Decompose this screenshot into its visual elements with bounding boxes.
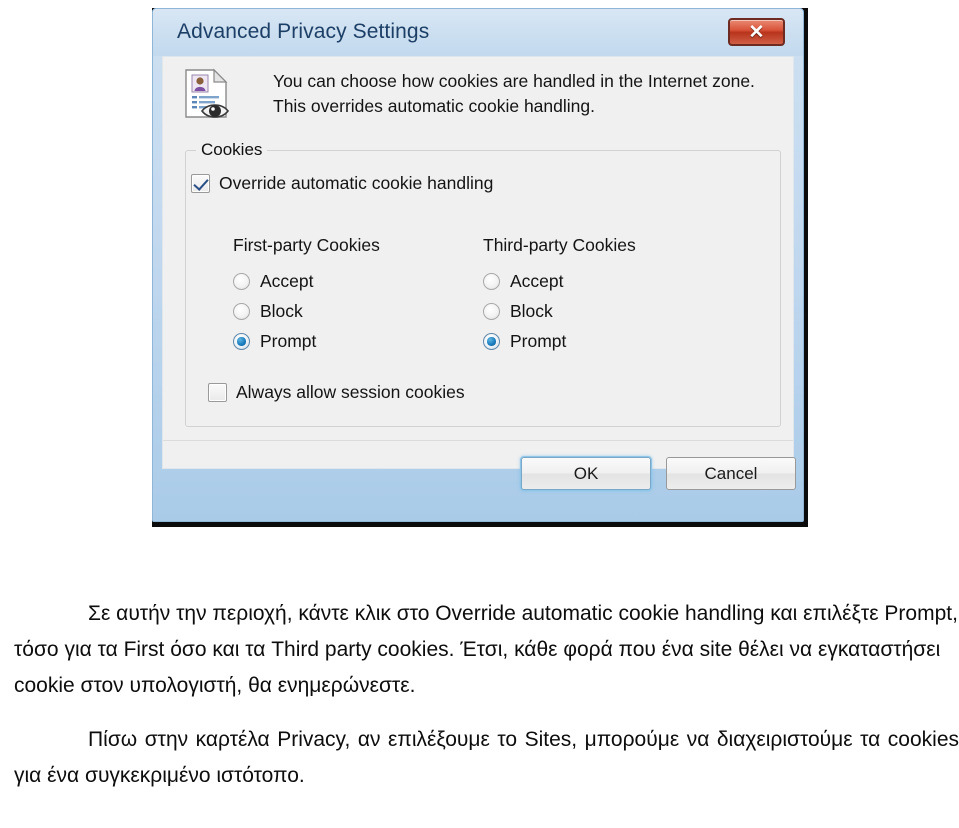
radio-icon: [483, 273, 500, 290]
first-party-accept-label: Accept: [260, 271, 314, 291]
third-party-block-radio[interactable]: Block: [483, 301, 636, 322]
radio-selected-icon: [483, 333, 500, 350]
always-allow-session-cookies-checkbox[interactable]: Always allow session cookies: [208, 382, 465, 403]
ok-button[interactable]: OK: [521, 457, 651, 490]
first-party-cookies-heading: First-party Cookies: [233, 235, 380, 255]
third-party-block-label: Block: [510, 301, 553, 321]
override-automatic-cookie-handling-checkbox[interactable]: Override automatic cookie handling: [191, 173, 493, 194]
radio-icon: [233, 303, 250, 320]
dialog-screenshot: Advanced Privacy Settings ✕ You can choo…: [152, 8, 808, 527]
paragraph-2: Πίσω στην καρτέλα Privacy, αν επιλέξουμε…: [14, 728, 959, 788]
button-row-divider: [163, 440, 793, 441]
dialog-body: You can choose how cookies are handled i…: [162, 56, 796, 490]
first-party-accept-radio[interactable]: Accept: [233, 271, 380, 292]
close-button[interactable]: ✕: [728, 18, 785, 46]
first-party-block-label: Block: [260, 301, 303, 321]
third-party-accept-radio[interactable]: Accept: [483, 271, 636, 292]
radio-selected-icon: [233, 333, 250, 350]
cookies-group-legend: Cookies: [196, 140, 268, 160]
first-party-cookies-column: First-party Cookies Accept Block Prompt: [233, 235, 380, 361]
third-party-prompt-label: Prompt: [510, 331, 567, 351]
third-party-accept-label: Accept: [510, 271, 564, 291]
explanatory-text: Σε αυτήν την περιοχή, κάντε κλικ στο Ove…: [14, 596, 959, 795]
radio-icon: [483, 303, 500, 320]
dialog-header: You can choose how cookies are handled i…: [163, 57, 793, 129]
first-party-prompt-radio[interactable]: Prompt: [233, 331, 380, 352]
override-checkbox-label: Override automatic cookie handling: [219, 173, 494, 193]
first-party-prompt-label: Prompt: [260, 331, 317, 351]
third-party-cookies-heading: Third-party Cookies: [483, 235, 636, 255]
privacy-document-icon: [183, 68, 231, 120]
paragraph-1: Σε αυτήν την περιοχή, κάντε κλικ στο Ove…: [14, 602, 958, 698]
first-party-block-radio[interactable]: Block: [233, 301, 380, 322]
dialog-description: You can choose how cookies are handled i…: [273, 71, 755, 116]
checkbox-empty-icon: [208, 383, 227, 402]
session-checkbox-label: Always allow session cookies: [236, 382, 465, 402]
close-icon: ✕: [748, 21, 765, 43]
checkbox-check-icon: [191, 174, 210, 193]
cancel-button-label: Cancel: [704, 463, 758, 483]
ok-button-label: OK: [573, 463, 599, 483]
dialog-title-bar: Advanced Privacy Settings ✕: [153, 9, 803, 56]
advanced-privacy-settings-dialog: Advanced Privacy Settings ✕ You can choo…: [152, 8, 804, 522]
third-party-cookies-column: Third-party Cookies Accept Block Prompt: [483, 235, 636, 361]
radio-icon: [233, 273, 250, 290]
third-party-prompt-radio[interactable]: Prompt: [483, 331, 636, 352]
cancel-button[interactable]: Cancel: [666, 457, 796, 490]
dialog-title: Advanced Privacy Settings: [177, 20, 430, 43]
